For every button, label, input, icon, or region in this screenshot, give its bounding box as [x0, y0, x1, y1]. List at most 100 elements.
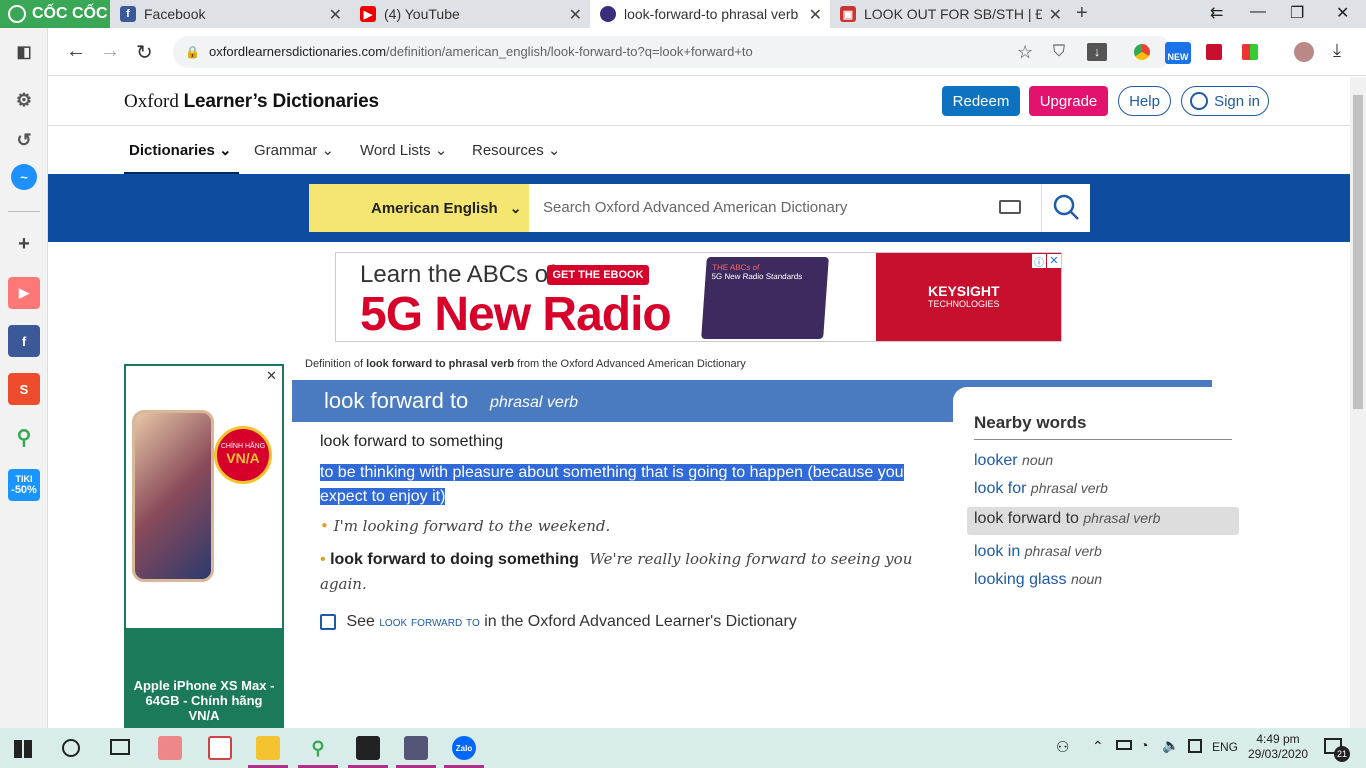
tab-facebook[interactable]: f Facebook ✕: [110, 0, 350, 28]
adchoices-icon[interactable]: ⓘ: [1032, 254, 1046, 269]
page-scrollbar[interactable]: [1350, 77, 1366, 728]
nearby-item[interactable]: looking glass noun: [974, 571, 1102, 589]
shield-icon[interactable]: ⛉: [1053, 36, 1065, 68]
settings-icon[interactable]: ⚙: [8, 84, 40, 116]
ebook-title: 5G New Radio Standards: [711, 272, 803, 281]
close-tab-icon[interactable]: ✕: [809, 5, 822, 25]
tray-chevron-icon[interactable]: ⌃: [1092, 738, 1104, 755]
keyboard-icon[interactable]: [999, 200, 1021, 214]
extension-grid-icon[interactable]: [1242, 44, 1258, 60]
nearby-item[interactable]: looker noun: [974, 452, 1053, 470]
bookmark-star-icon[interactable]: ☆: [1017, 36, 1033, 68]
back-icon[interactable]: ←: [66, 40, 86, 63]
minimize-icon[interactable]: —: [1250, 3, 1266, 21]
brand-label: CỐC CỐC: [32, 5, 108, 22]
close-tab-icon[interactable]: ✕: [569, 5, 582, 25]
extension-new-icon[interactable]: NEW: [1165, 42, 1191, 64]
see-link[interactable]: look forward to: [379, 613, 479, 629]
close-tab-icon[interactable]: ✕: [1049, 5, 1062, 25]
coccoc-shortcut-icon[interactable]: ⚲: [8, 421, 40, 453]
restore-tabs-icon[interactable]: ⇇: [1210, 3, 1223, 23]
bullet-icon: •: [320, 551, 326, 568]
nearby-title: Nearby words: [974, 413, 1087, 432]
signin-button[interactable]: Sign in: [1181, 86, 1269, 116]
tab-title: (4) YouTube: [384, 6, 460, 22]
example-1: • I'm looking forward to the weekend.: [320, 517, 610, 535]
ad-close-icon[interactable]: ✕: [1047, 254, 1061, 268]
nav-label: Word Lists: [360, 142, 431, 159]
download-page-icon[interactable]: ↓: [1087, 43, 1107, 61]
source-word: look forward to phrasal verb: [366, 358, 515, 370]
extension-red-icon[interactable]: [1206, 44, 1222, 60]
add-shortcut-icon[interactable]: +: [8, 228, 40, 260]
task-view-icon[interactable]: [110, 739, 130, 755]
main-nav: Dictionaries ⌄ Grammar ⌄ Word Lists ⌄ Re…: [124, 133, 1324, 175]
nav-word-lists[interactable]: Word Lists ⌄: [360, 141, 447, 175]
coccoc-taskbar-icon[interactable]: ⚲: [306, 736, 330, 760]
coccoc-logo[interactable]: CỐC CỐC: [0, 0, 110, 28]
see-prefix: See: [346, 613, 375, 630]
tiki-discount: -50%: [11, 484, 37, 496]
taskbar-app-1-icon[interactable]: [158, 736, 182, 760]
taskbar-app-2-icon[interactable]: [208, 736, 232, 760]
example-2: • look forward to doing something We're …: [320, 547, 920, 597]
people-icon[interactable]: ⚇: [1056, 738, 1069, 756]
youtube-shortcut-icon[interactable]: ▶: [8, 277, 40, 309]
reload-icon[interactable]: ↻: [136, 40, 153, 65]
language-indicator[interactable]: ENG: [1212, 740, 1238, 754]
profile-avatar[interactable]: [1294, 42, 1314, 62]
wifi-icon[interactable]: ◔: [1140, 737, 1148, 753]
close-window-icon[interactable]: ✕: [1336, 3, 1349, 23]
site-logo[interactable]: Oxford Learner’s Dictionaries: [124, 91, 379, 113]
new-tab-icon[interactable]: +: [1076, 2, 1088, 25]
url-field[interactable]: 🔒 oxfordlearnersdictionaries.com/definit…: [173, 36, 1173, 68]
ad-cta-button[interactable]: GET THE EBOOK: [547, 265, 649, 285]
clock[interactable]: 4:49 pm 29/03/2020: [1248, 732, 1308, 762]
headword: look forward to: [324, 388, 469, 413]
part-of-speech: phrasal verb: [490, 394, 579, 411]
tiki-icon[interactable]: TIKI -50%: [8, 469, 40, 501]
help-button[interactable]: Help: [1118, 86, 1171, 116]
scrollbar-thumb[interactable]: [1353, 95, 1363, 409]
upgrade-button[interactable]: Upgrade: [1029, 86, 1108, 116]
display-icon[interactable]: [1188, 739, 1202, 753]
taskbar-app-3-icon[interactable]: [404, 736, 428, 760]
redeem-button[interactable]: Redeem: [942, 86, 1020, 116]
banner-ad[interactable]: Learn the ABCs of GET THE EBOOK 5G New R…: [335, 252, 1062, 342]
search-input[interactable]: Search Oxford Advanced American Dictiona…: [529, 184, 1041, 232]
url-path: /definition/american_english/look-forwar…: [386, 44, 753, 59]
close-tab-icon[interactable]: ✕: [329, 5, 342, 25]
side-ad-close-icon[interactable]: ✕: [266, 368, 277, 384]
volume-icon[interactable]: 🔈: [1162, 737, 1179, 754]
signin-label: Sign in: [1214, 92, 1260, 110]
nav-dictionaries[interactable]: Dictionaries ⌄: [124, 141, 239, 175]
windows-start-icon[interactable]: [14, 740, 32, 758]
side-ad[interactable]: ✕ CHÍNH HÃNG VN/A Apple iPhone XS Max - …: [124, 364, 284, 728]
messenger-icon[interactable]: ~: [11, 164, 37, 190]
downloads-icon[interactable]: ⤓: [1333, 40, 1341, 61]
nav-resources[interactable]: Resources ⌄: [472, 141, 560, 175]
tab-youtube[interactable]: ▶ (4) YouTube ✕: [350, 0, 590, 28]
tab-bar: CỐC CỐC f Facebook ✕ ▶ (4) YouTube ✕ loo…: [0, 0, 1366, 28]
search-button[interactable]: [1041, 184, 1090, 232]
extension-chrome-icon[interactable]: [1134, 44, 1150, 60]
tab-oxford[interactable]: look-forward-to phrasal verb ✕: [590, 0, 830, 28]
sidebar-toggle-icon[interactable]: ◧: [8, 36, 40, 68]
facebook-shortcut-icon[interactable]: f: [8, 325, 40, 357]
dictionary-selector[interactable]: American English ⌄: [309, 184, 529, 232]
maximize-icon[interactable]: ❐: [1290, 3, 1304, 23]
zalo-icon[interactable]: Zalo: [452, 736, 476, 760]
nearby-item[interactable]: look for phrasal verb: [974, 480, 1108, 498]
search-circle-icon[interactable]: [62, 739, 80, 757]
battery-icon[interactable]: [1116, 740, 1132, 750]
notes-app-icon[interactable]: [356, 736, 380, 760]
nearby-item-current[interactable]: look forward to phrasal verb: [967, 507, 1239, 535]
nav-grammar[interactable]: Grammar ⌄: [254, 141, 334, 175]
ebook-small: THE ABCs of: [711, 263, 760, 272]
file-explorer-icon[interactable]: [256, 736, 280, 760]
tab-cambridge[interactable]: ▣ LOOK OUT FOR SB/STH | Định ✕: [830, 0, 1070, 28]
forward-icon[interactable]: →: [100, 40, 120, 63]
history-icon[interactable]: ↺: [8, 124, 40, 156]
shopee-icon[interactable]: S: [8, 373, 40, 405]
nearby-item[interactable]: look in phrasal verb: [974, 543, 1102, 561]
